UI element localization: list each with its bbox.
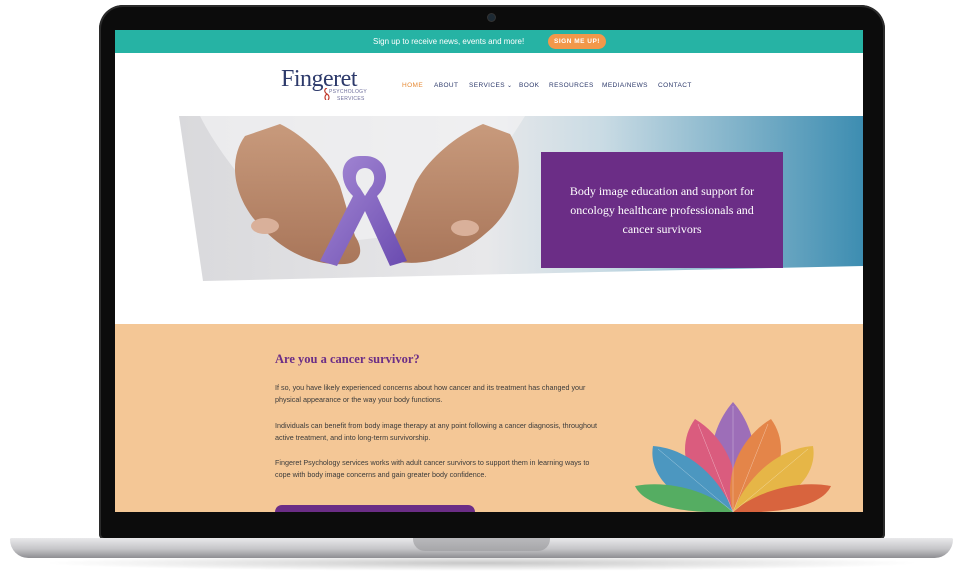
section-paragraph: If so, you have likely experienced conce… bbox=[275, 383, 586, 404]
section-paragraph: Individuals can benefit from body image … bbox=[275, 421, 598, 442]
logo-subtitle-line2: SERVICES bbox=[337, 96, 365, 102]
section-cta-button[interactable] bbox=[275, 505, 475, 512]
nav-contact[interactable]: CONTACT bbox=[658, 82, 692, 89]
section-paragraph: Fingeret Psychology services works with … bbox=[275, 458, 590, 479]
camera-icon bbox=[488, 14, 495, 21]
hero-tagline: Body image education and support for onc… bbox=[569, 183, 755, 236]
survivor-section: Are you a cancer survivor? If so, you ha… bbox=[115, 324, 863, 512]
announcement-bar: Sign up to receive news, events and more… bbox=[115, 30, 863, 53]
logo-subtitle-line1: PSYCHOLOGY bbox=[329, 89, 368, 95]
nav-media-news[interactable]: MEDIA/NEWS bbox=[602, 82, 648, 89]
announcement-text: Sign up to receive news, events and more… bbox=[373, 37, 525, 46]
site-logo[interactable]: Fingeret PSYCHOLOGY SERVICES bbox=[281, 66, 381, 106]
nav-resources[interactable]: RESOURCES bbox=[549, 82, 594, 89]
nav-home[interactable]: HOME bbox=[402, 82, 423, 89]
website-screen: Sign up to receive news, events and more… bbox=[115, 30, 863, 512]
section-title: Are you a cancer survivor? bbox=[275, 352, 420, 366]
lotus-leaf-illustration bbox=[635, 402, 831, 512]
laptop-notch bbox=[413, 538, 550, 551]
nav-about[interactable]: ABOUT bbox=[434, 82, 458, 89]
chevron-down-icon: ⌄ bbox=[506, 83, 513, 89]
hero-tagline-box: Body image education and support for onc… bbox=[541, 152, 783, 268]
nav-book[interactable]: BOOK bbox=[519, 82, 539, 89]
nav-services-label: SERVICES bbox=[469, 82, 505, 89]
sign-up-button[interactable]: SIGN ME UP! bbox=[548, 34, 606, 49]
nav-services[interactable]: SERVICES ⌄ bbox=[469, 82, 512, 89]
